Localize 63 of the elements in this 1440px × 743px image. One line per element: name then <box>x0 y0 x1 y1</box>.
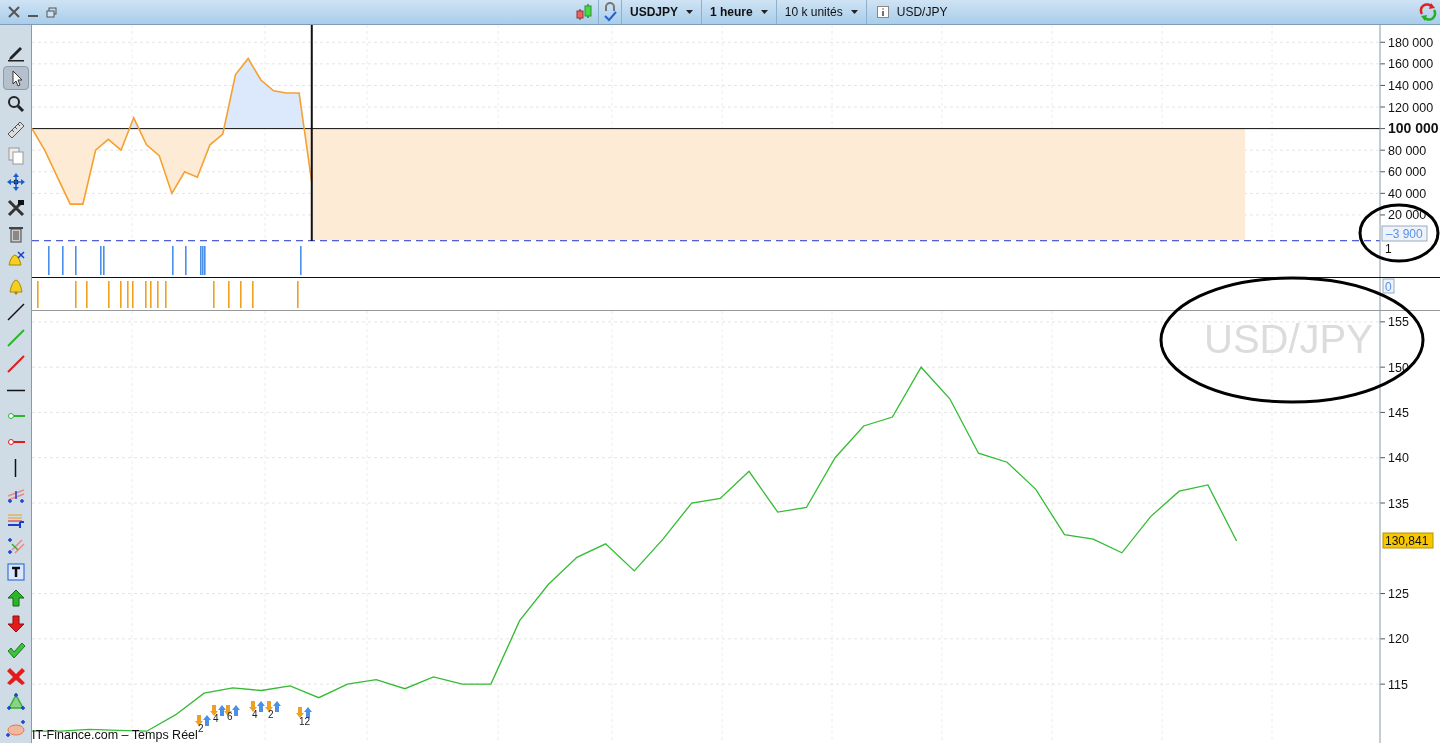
axis-tick-label: 115 <box>1388 677 1408 692</box>
move-icon <box>5 172 26 192</box>
caret-icon <box>850 10 858 14</box>
timeframe-dropdown[interactable]: 1 heure <box>702 0 777 24</box>
trade-count: 4 <box>252 709 258 720</box>
instrument-name: USD/JPY <box>896 4 948 21</box>
axis-tick-label: 135 <box>1388 496 1409 511</box>
ruler-icon <box>5 120 26 140</box>
trade-arrows-icon <box>296 707 312 718</box>
line-icon <box>5 302 26 322</box>
trade-arrows-icon <box>249 701 265 712</box>
copy-icon <box>5 146 26 166</box>
trade-count: 4 <box>213 713 219 724</box>
axis-tick-label: 180 000 <box>1388 35 1434 50</box>
pointer-tool-button[interactable] <box>2 66 29 90</box>
axis-tick-label: 80 000 <box>1388 143 1427 158</box>
axis-tick-label: 160 000 <box>1388 57 1434 72</box>
magnet-check-icon[interactable] <box>603 2 617 22</box>
trade-arrows-icon <box>210 705 226 716</box>
downtrend-line-icon <box>5 354 26 374</box>
axis-tick-label: 125 <box>1388 587 1409 602</box>
tools-icon <box>5 198 26 218</box>
vline-icon <box>14 458 17 478</box>
last-price-badge: 130,841 <box>1382 532 1434 549</box>
trade-count: 12 <box>299 716 311 727</box>
axis-value-badge: 0 <box>1382 278 1395 294</box>
info-icon[interactable] <box>876 6 889 18</box>
zoom-icon <box>5 94 26 114</box>
axis-tick-label: 155 <box>1388 315 1409 330</box>
grid-icon <box>5 536 26 556</box>
candlestick-icon[interactable] <box>574 2 594 22</box>
arrow-up-icon <box>5 588 26 608</box>
cross-icon <box>5 666 26 686</box>
trade-count: 2 <box>198 723 204 734</box>
caret-icon <box>760 10 768 14</box>
trade-count: 2 <box>268 709 274 720</box>
caret-icon <box>686 10 694 14</box>
size-dropdown[interactable]: 10 k unités <box>776 0 867 24</box>
axis-tick-label: 145 <box>1388 405 1409 420</box>
axis-tick-label: 120 <box>1388 632 1409 647</box>
trade-arrows-icon <box>195 715 211 726</box>
hline-icon <box>5 388 26 392</box>
trade-count: 6 <box>227 711 233 722</box>
axis-tick-label: 140 000 <box>1388 78 1434 93</box>
close-icon[interactable] <box>8 6 20 18</box>
symbol-dropdown[interactable]: USDJPY <box>622 0 703 24</box>
axis-tick-label: 1 <box>1385 243 1392 256</box>
trade-arrows-icon <box>265 701 281 712</box>
axis-tick-label: 60 000 <box>1388 165 1427 180</box>
restore-icon[interactable] <box>46 6 57 18</box>
arrow-down-icon <box>5 614 26 634</box>
triangle-icon <box>5 692 26 712</box>
ellipse-icon <box>5 718 26 738</box>
refresh-icon[interactable] <box>1418 2 1438 22</box>
uptrend-line-icon <box>5 328 26 348</box>
data-source-label: IT-Finance.com – Temps Réel <box>32 728 198 742</box>
axis-tick-label: 140 <box>1388 451 1409 466</box>
current-value-badge: –3 900 <box>1381 225 1428 242</box>
axis-tick-label: 120 000 <box>1388 100 1434 115</box>
axis-tick-label: 100 000 <box>1388 120 1439 137</box>
validate-icon <box>5 640 26 660</box>
axis-tick-label: 40 000 <box>1388 186 1427 201</box>
textbox-icon <box>5 562 26 582</box>
